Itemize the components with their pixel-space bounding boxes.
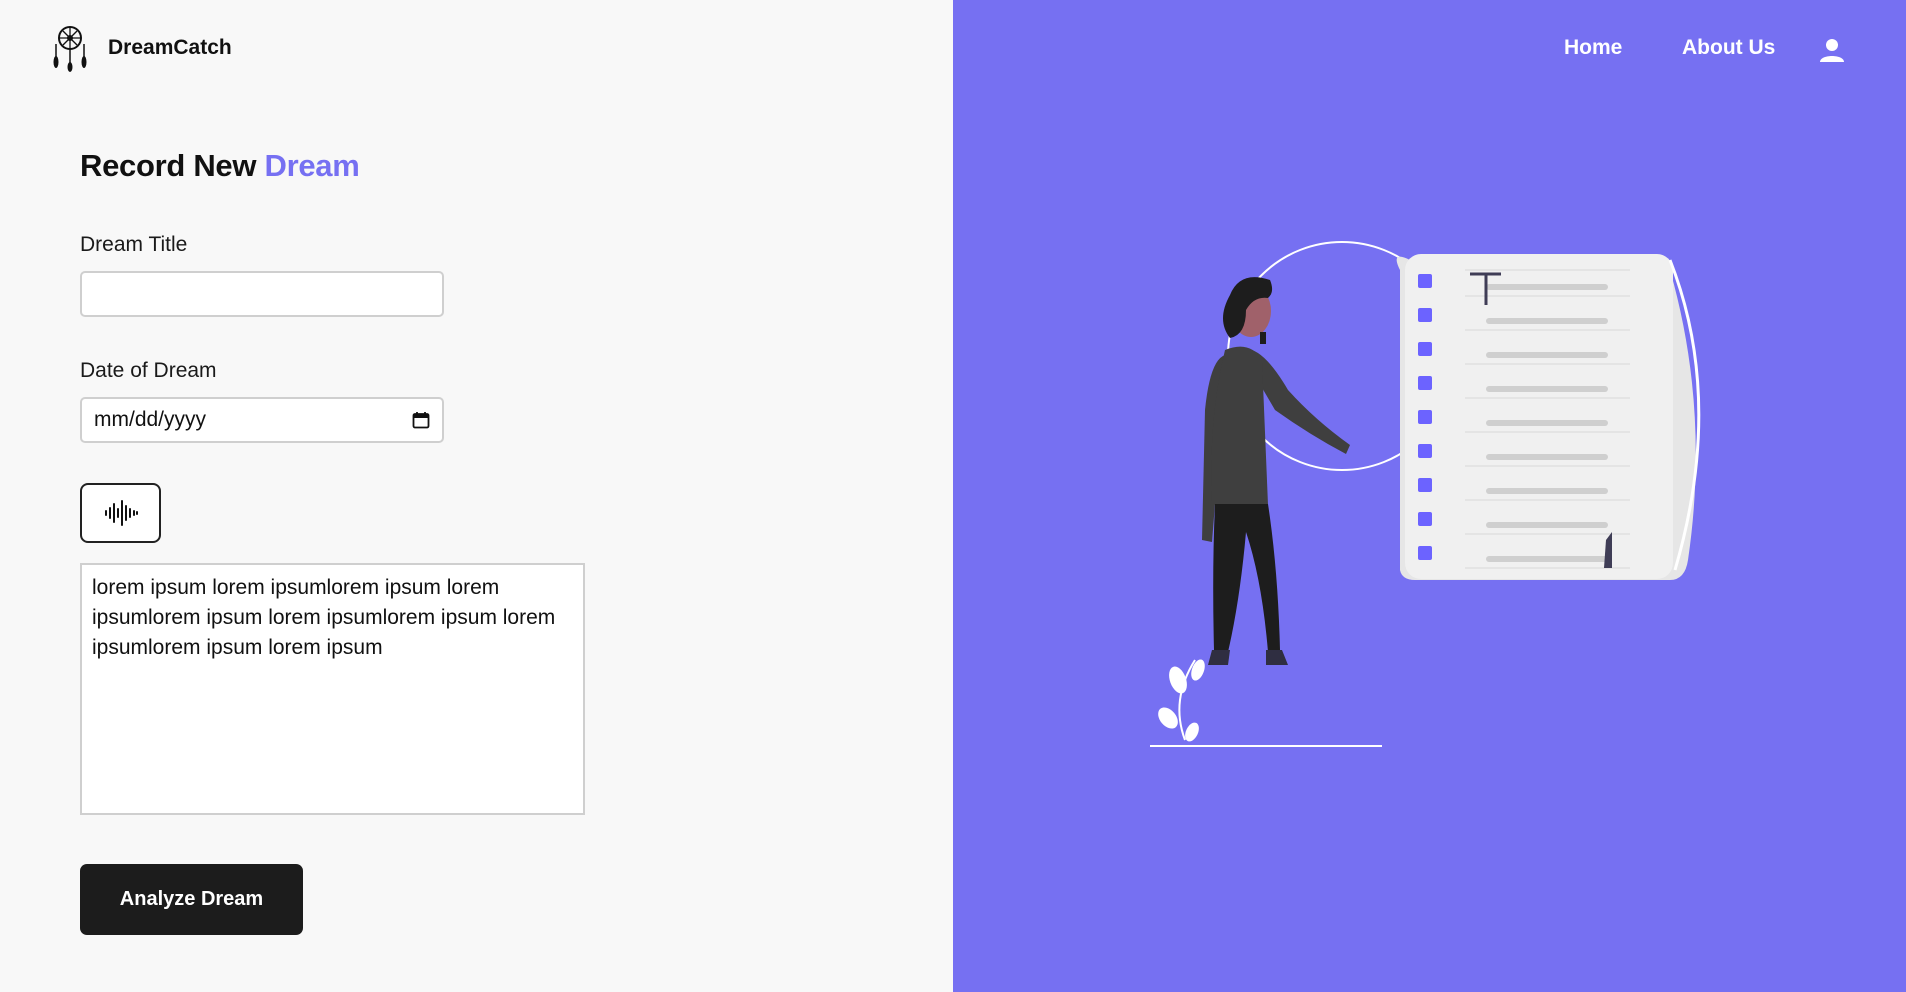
nav-about-link[interactable]: About Us (1682, 36, 1775, 60)
page-title-accent: Dream (264, 148, 360, 183)
date-of-dream-input[interactable]: mm/dd/yyyy (80, 397, 444, 443)
analyze-dream-button[interactable]: Analyze Dream (80, 864, 303, 935)
soundwave-icon (104, 500, 138, 526)
nav-home-link[interactable]: Home (1564, 36, 1622, 60)
dream-title-label: Dream Title (80, 233, 188, 256)
user-icon[interactable] (1819, 37, 1845, 63)
dreamcatcher-icon (53, 26, 87, 72)
page-title-main: Record New (80, 148, 257, 183)
calendar-icon[interactable] (412, 411, 430, 429)
dream-title-input[interactable] (80, 271, 444, 317)
date-input-value: mm/dd/yyyy (94, 408, 207, 431)
brand-name: DreamCatch (108, 36, 232, 59)
dream-description-textarea[interactable]: lorem ipsum lorem ipsumlorem ipsum lorem… (80, 563, 585, 815)
page-title: Record New Dream (80, 148, 360, 184)
voice-record-button[interactable] (80, 483, 161, 543)
checklist-illustration (1150, 241, 1701, 747)
form-panel: DreamCatch Record New Dream Dream Title … (0, 0, 953, 992)
date-of-dream-label: Date of Dream (80, 359, 217, 382)
brand-logo[interactable]: DreamCatch (50, 24, 232, 72)
